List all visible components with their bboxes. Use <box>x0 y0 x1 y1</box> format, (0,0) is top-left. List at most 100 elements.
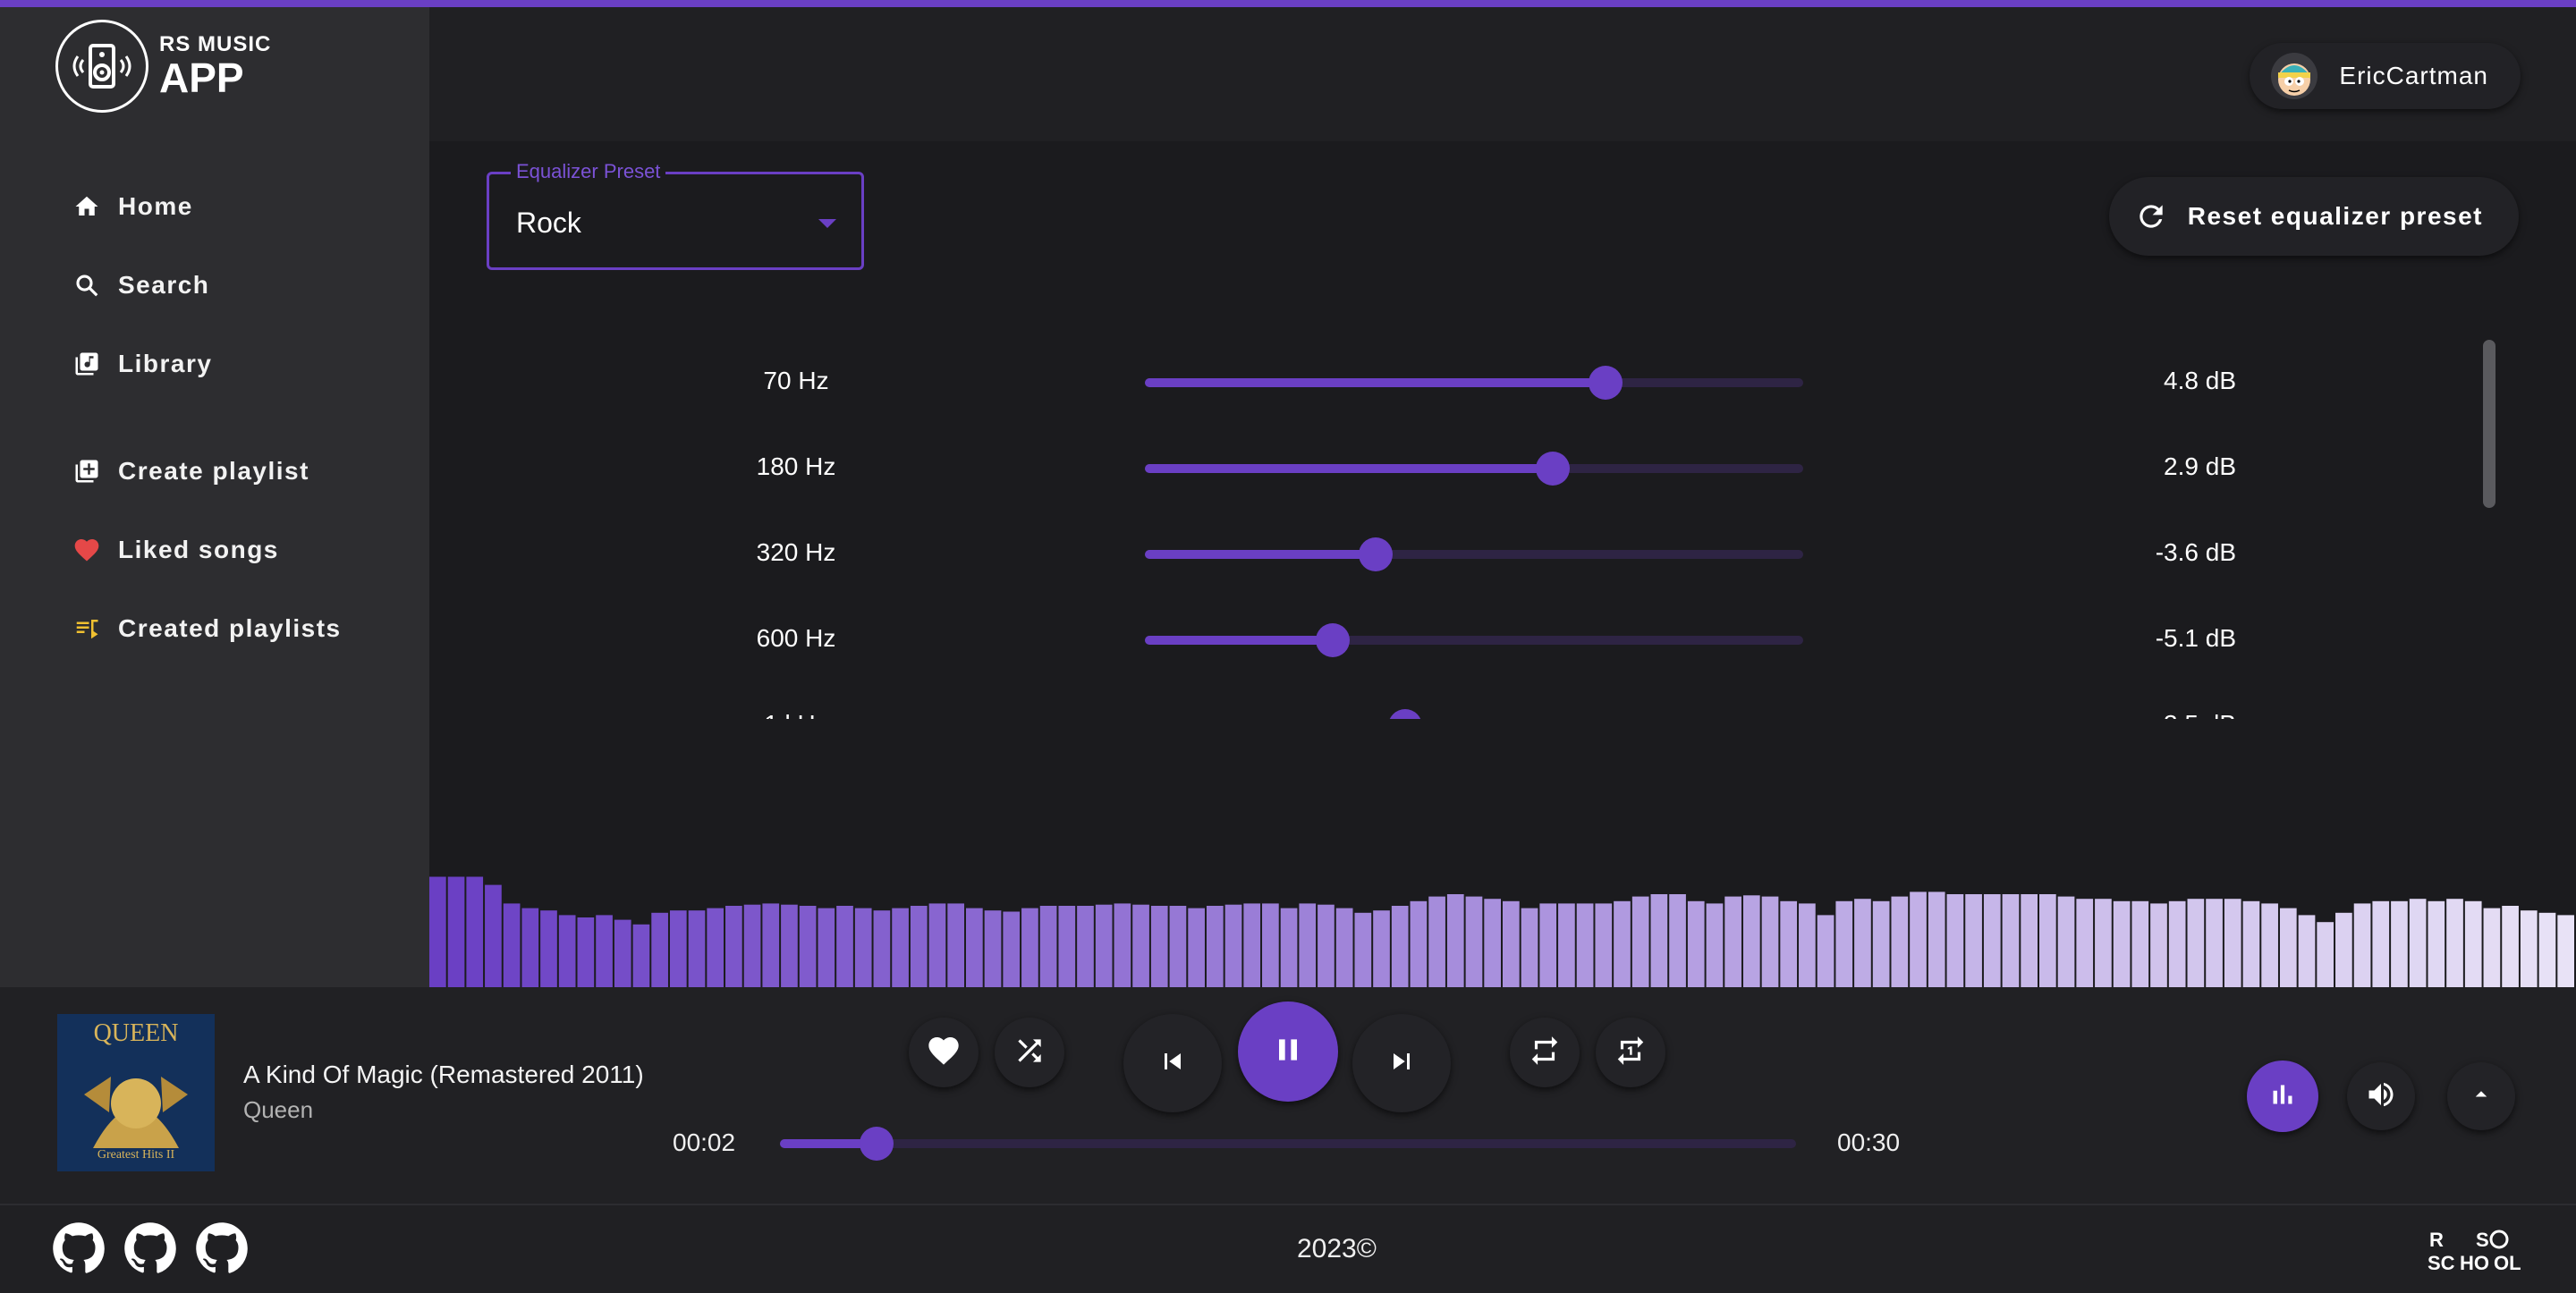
equalizer-band-row: 1 kHz -3.5 dB <box>429 683 2487 719</box>
visualizer-bar <box>1318 904 1335 987</box>
repeat-one-button[interactable] <box>1596 1018 1665 1087</box>
equalizer-preset-value: Rock <box>516 207 581 239</box>
previous-track-button[interactable] <box>1123 1014 1222 1112</box>
band-gain: -3.5 dB <box>2057 710 2236 719</box>
user-menu-button[interactable]: EricCartman <box>2250 43 2521 109</box>
sidebar-item-create-playlist[interactable]: Create playlist <box>72 456 309 486</box>
visualizer-bar <box>836 906 853 987</box>
band-slider[interactable] <box>1145 537 1803 571</box>
logo-main-text: APP <box>159 55 244 101</box>
visualizer-bar <box>1650 894 1668 987</box>
band-gain: 4.8 dB <box>2164 367 2236 394</box>
next-track-button[interactable] <box>1352 1014 1451 1112</box>
repeat-button[interactable] <box>1510 1018 1580 1087</box>
equalizer-button[interactable] <box>2247 1061 2318 1132</box>
band-frequency: 180 Hz <box>756 452 836 480</box>
equalizer-scrollbar[interactable] <box>2483 340 2496 508</box>
band-slider[interactable] <box>1145 366 1803 400</box>
visualizer-bar <box>1910 892 1927 987</box>
visualizer-bar <box>1206 906 1224 987</box>
rs-school-logo-icon[interactable]: R S SC HO OL <box>2426 1225 2524 1275</box>
visualizer-bar <box>1039 906 1057 987</box>
sidebar-item-label: Library <box>118 350 213 377</box>
visualizer-bar <box>2261 903 2278 987</box>
visualizer-bar <box>1058 906 1076 987</box>
github-icon[interactable] <box>123 1221 177 1275</box>
volume-button[interactable] <box>2347 1062 2415 1130</box>
song-artist[interactable]: Queen <box>243 1096 313 1124</box>
library-icon <box>72 349 102 379</box>
total-time: 00:30 <box>1837 1128 1901 1156</box>
equalizer-band-row: 180 Hz 2.9 dB <box>429 426 2487 511</box>
sidebar-item-label: Home <box>118 192 193 220</box>
app-logo[interactable]: RS MUSIC APP <box>55 20 271 113</box>
visualizer-bar <box>2353 903 2371 987</box>
progress-slider[interactable] <box>780 1127 1796 1161</box>
home-icon <box>72 191 102 222</box>
visualizer-bar <box>429 876 446 987</box>
band-slider-thumb[interactable] <box>1589 366 1623 400</box>
pause-button[interactable] <box>1238 1001 1338 1102</box>
github-icon[interactable] <box>195 1221 249 1275</box>
refresh-icon <box>2134 199 2168 233</box>
expand-button[interactable] <box>2447 1062 2515 1130</box>
equalizer-icon <box>2267 1078 2299 1115</box>
sidebar-item-created-playlists[interactable]: Created playlists <box>72 613 342 644</box>
sidebar-item-search[interactable]: Search <box>72 270 209 300</box>
visualizer-bar <box>1132 904 1149 987</box>
pause-icon <box>1270 1032 1306 1072</box>
band-slider-thumb[interactable] <box>1315 623 1350 657</box>
band-slider-thumb[interactable] <box>1536 452 1571 486</box>
visualizer-bar <box>1262 903 1279 987</box>
reset-equalizer-button[interactable]: Reset equalizer preset <box>2108 177 2519 256</box>
equalizer-preset-select[interactable]: Equalizer Preset Rock <box>487 160 864 270</box>
visualizer-bar <box>1095 904 1113 987</box>
add-playlist-icon <box>72 456 102 486</box>
band-slider-thumb[interactable] <box>1387 709 1422 719</box>
visualizer-bar <box>1373 910 1390 987</box>
visualizer-bar <box>818 908 835 987</box>
visualizer-bar <box>2113 900 2131 987</box>
sidebar-item-liked-songs[interactable]: Liked songs <box>72 535 279 565</box>
band-slider[interactable] <box>1145 452 1803 486</box>
visualizer-bar <box>1706 903 1724 987</box>
band-slider-fill <box>1145 636 1333 645</box>
visualizer-bar <box>910 906 928 987</box>
avatar-icon <box>2271 53 2318 99</box>
like-button[interactable] <box>909 1018 979 1087</box>
visualizer-bar <box>947 903 964 987</box>
visualizer-bar <box>1872 900 1890 987</box>
visualizer-bar <box>2242 900 2260 987</box>
visualizer-bar <box>1077 906 1094 987</box>
visualizer-bar <box>1391 906 1409 987</box>
visualizer-bar <box>854 908 872 987</box>
visualizer-bar <box>1114 903 1131 987</box>
github-icon[interactable] <box>52 1221 106 1275</box>
band-slider[interactable] <box>1145 623 1803 657</box>
shuffle-button[interactable] <box>995 1018 1064 1087</box>
visualizer-bar <box>2317 922 2334 987</box>
song-title[interactable]: A Kind Of Magic (Remastered 2011) <box>243 1061 644 1089</box>
visualizer-bar <box>632 924 650 987</box>
visualizer-bar <box>1669 894 1686 987</box>
visualizer-bar <box>2538 912 2556 987</box>
visualizer-bar <box>614 919 631 987</box>
album-cover[interactable]: QUEEN Greatest Hits II <box>57 1014 215 1171</box>
visualizer-bar <box>2002 894 2020 987</box>
progress-thumb[interactable] <box>859 1127 894 1161</box>
footer: 2023© R S SC HO OL <box>0 1204 2576 1293</box>
search-icon <box>72 270 102 300</box>
visualizer-bar <box>651 912 668 987</box>
sidebar-item-label: Liked songs <box>118 536 279 563</box>
audio-visualizer <box>429 871 2576 987</box>
visualizer-bar <box>2464 900 2482 987</box>
visualizer-bar <box>1280 908 1298 987</box>
band-slider-thumb[interactable] <box>1358 537 1393 571</box>
visualizer-bar <box>1687 900 1705 987</box>
visualizer-bar <box>2428 900 2445 987</box>
sidebar-item-home[interactable]: Home <box>72 191 193 222</box>
visualizer-bar <box>1742 895 1760 987</box>
band-frequency: 1 kHz <box>698 710 894 719</box>
sidebar-item-library[interactable]: Library <box>72 349 212 379</box>
shuffle-icon <box>1013 1034 1046 1072</box>
